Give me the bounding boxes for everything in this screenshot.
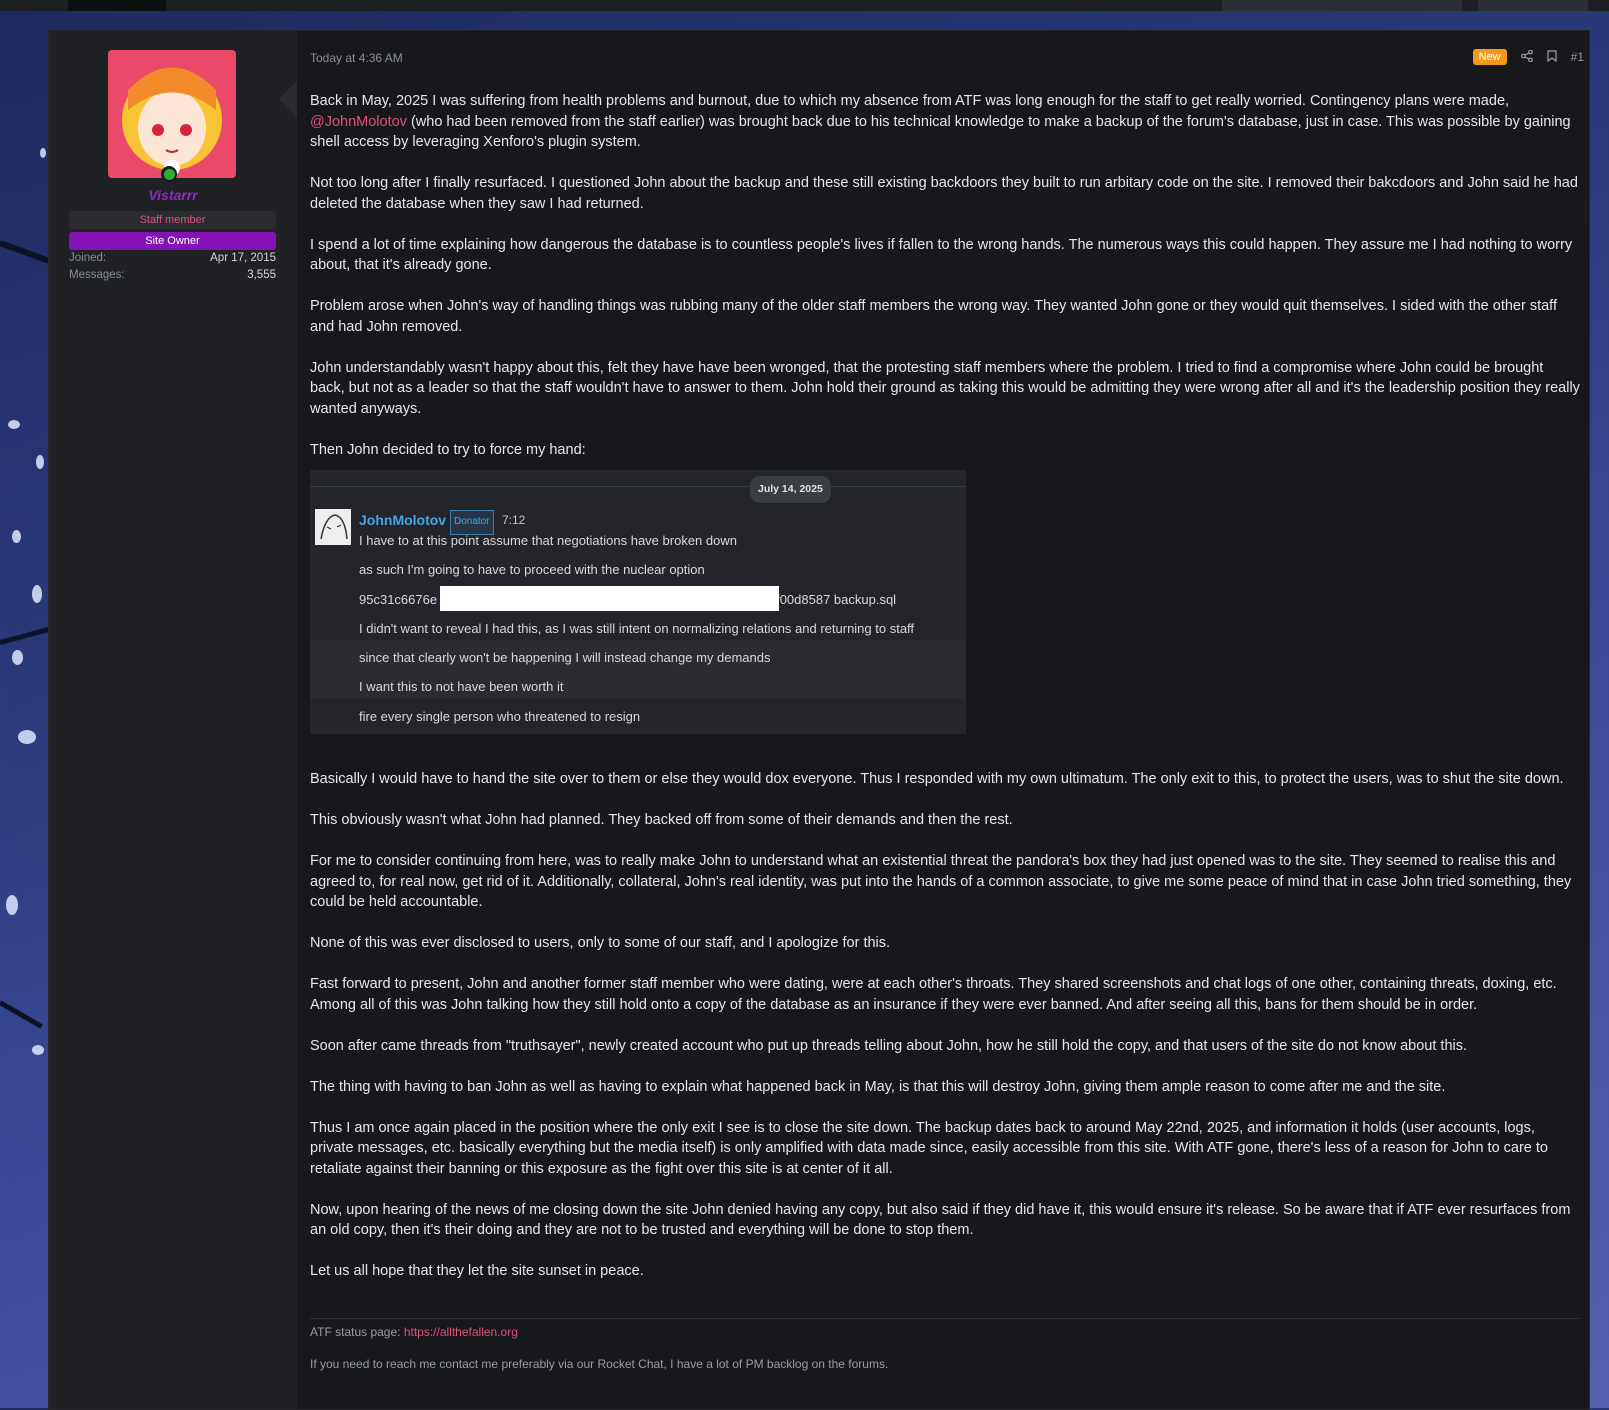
- paragraph: Back in May, 2025 I was suffering from h…: [310, 93, 1571, 150]
- paragraph: Problem arose when John's way of handlin…: [310, 298, 1557, 335]
- staff-member-banner: Staff member: [69, 211, 276, 229]
- joined-label: Joined:: [69, 252, 107, 264]
- joined-value: Apr 17, 2015: [210, 252, 276, 264]
- chat-message: as such I'm going to have to proceed wit…: [359, 562, 705, 577]
- chat-screenshot[interactable]: July 14, 2025 JohnMolotov Donator 7:12 I…: [310, 470, 966, 734]
- top-bar-segment: [1478, 0, 1588, 11]
- post-actions: New #1: [1472, 49, 1584, 65]
- site-owner-banner: Site Owner: [69, 232, 276, 250]
- paragraph: The thing with having to ban John as wel…: [310, 1078, 1446, 1095]
- paragraph: For me to consider continuing from here,…: [310, 853, 1572, 910]
- new-badge: New: [1472, 49, 1507, 65]
- user-panel-arrow: [279, 81, 297, 117]
- paragraph: Not too long after I finally resurfaced.…: [310, 175, 1578, 212]
- top-bar-segment: [1222, 0, 1462, 11]
- paragraph: Let us all hope that they let the site s…: [310, 1263, 644, 1279]
- signature: ATF status page: https://allthefallen.or…: [310, 1318, 1580, 1371]
- user-mention-link[interactable]: @JohnMolotov: [310, 114, 407, 130]
- messages-value[interactable]: 3,555: [247, 269, 276, 281]
- post-timestamp[interactable]: Today at 4:36 AM: [310, 51, 403, 65]
- share-icon[interactable]: [1520, 49, 1533, 65]
- chat-message: since that clearly won't be happening I …: [359, 650, 771, 665]
- top-bar-segment: [68, 0, 166, 11]
- paragraph: Then John decided to try to force my han…: [310, 441, 586, 458]
- post-body: Back in May, 2025 I was suffering from h…: [310, 91, 1580, 1302]
- chat-username: JohnMolotov: [359, 512, 447, 528]
- chat-message: I have to at this point assume that nego…: [359, 533, 737, 548]
- chat-message: fire every single person who threatened …: [359, 709, 641, 724]
- status-link[interactable]: https://allthefallen.org: [404, 1325, 518, 1339]
- status-line: ATF status page: https://allthefallen.or…: [310, 1325, 1580, 1339]
- bookmark-icon[interactable]: [1547, 49, 1557, 65]
- paragraph: Soon after came threads from "truthsayer…: [310, 1037, 1468, 1054]
- paragraph: None of this was ever disclosed to users…: [310, 935, 891, 951]
- post-number-link[interactable]: #1: [1571, 50, 1584, 64]
- messages-label: Messages:: [69, 269, 125, 281]
- date-divider: [310, 486, 966, 487]
- joined-row: Joined: Apr 17, 2015: [69, 252, 276, 264]
- chat-message: I didn't want to reveal I had this, as I…: [359, 621, 915, 636]
- paragraph: Thus I am once again placed in the posit…: [310, 1119, 1548, 1177]
- forum-post: Vistarrr Staff member Site Owner Joined:…: [48, 30, 1590, 1410]
- contact-note: If you need to reach me contact me prefe…: [310, 1357, 889, 1371]
- browser-top-bar: [0, 0, 1609, 11]
- status-label: ATF status page:: [310, 1325, 404, 1339]
- chat-time: 7:12: [502, 513, 526, 527]
- avatar[interactable]: [108, 50, 236, 178]
- paragraph: Basically I would have to hand the site …: [310, 771, 1564, 787]
- chat-date-badge: July 14, 2025: [750, 476, 831, 503]
- paragraph: John understandably wasn't happy about t…: [310, 359, 1580, 417]
- online-status-icon: [161, 166, 177, 182]
- paragraph: This obviously wasn't what John had plan…: [310, 812, 1013, 828]
- messages-row: Messages: 3,555: [69, 269, 276, 281]
- redaction-box: [440, 586, 779, 611]
- paragraph: I spend a lot of time explaining how dan…: [310, 236, 1573, 274]
- chat-message: I want this to not have been worth it: [359, 679, 564, 694]
- chat-avatar: [315, 509, 351, 545]
- username[interactable]: Vistarrr: [49, 187, 297, 203]
- paragraph: Now, upon hearing of the news of me clos…: [310, 1201, 1571, 1239]
- paragraph: Fast forward to present, John and anothe…: [310, 976, 1557, 1013]
- user-panel: Vistarrr Staff member Site Owner Joined:…: [49, 31, 297, 1409]
